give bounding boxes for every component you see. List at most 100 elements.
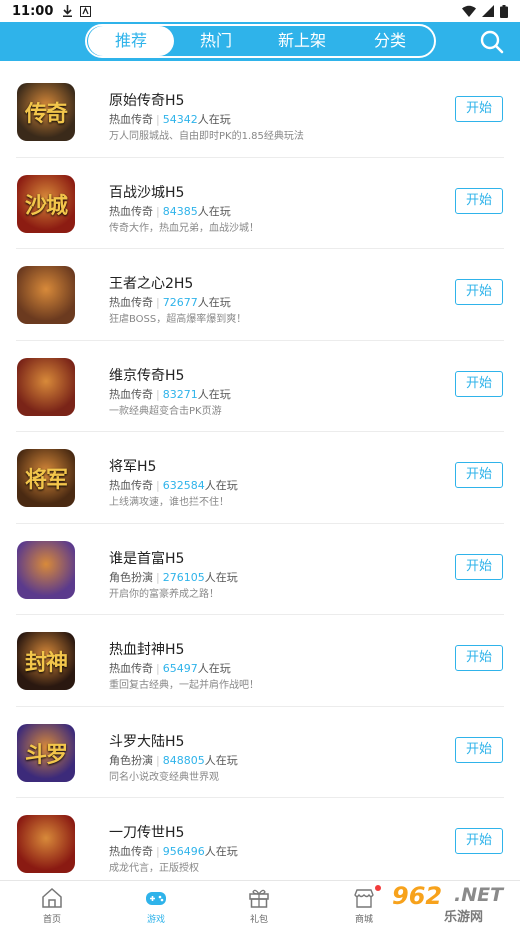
game-name: 原始传奇H5 <box>109 93 185 109</box>
watermark-sub: 乐游网 <box>444 910 484 925</box>
game-meta: 角色扮演 | 848805人在玩 <box>109 753 238 767</box>
category-tabs: 推荐 热门 新上架 分类 <box>85 24 436 58</box>
player-count: 848805 <box>162 753 205 767</box>
game-list-item[interactable]: 封神 热血封神H5 热血传奇 | 65497人在玩 重回复古经典，一起并肩作战吧！ … <box>0 615 520 707</box>
start-button[interactable]: 开始 <box>455 187 503 214</box>
player-count: 54342 <box>162 113 198 126</box>
store-icon <box>354 889 374 908</box>
nav-gifts-label: 礼包 <box>249 915 268 925</box>
game-name: 维京传奇H5 <box>109 367 185 384</box>
download-icon <box>63 5 73 17</box>
status-bar: 11:00 <box>0 0 520 22</box>
gamepad-icon <box>146 892 166 905</box>
game-icon[interactable]: 斗罗 <box>17 723 75 782</box>
game-list-item[interactable]: 维京传奇H5 热血传奇 | 83271人在玩 一款经典超变合击PK页游 开始 <box>0 341 520 432</box>
tab-new[interactable]: 新上架 <box>258 26 346 56</box>
start-button[interactable]: 开始 <box>455 736 503 763</box>
game-icon[interactable]: 封神 <box>17 632 75 690</box>
game-list-item[interactable]: 传奇 原始传奇H5 热血传奇 | 54342人在玩 万人同服城战、自由即时PK的1.… <box>0 66 520 158</box>
player-suffix: 人在玩 <box>197 296 231 309</box>
nav-store-label: 商城 <box>354 915 373 925</box>
game-category: 热血传奇 <box>109 662 153 675</box>
game-list-item[interactable]: 将军 将军H5 热血传奇 | 632584人在玩 上线满攻速，谁也拦不住！ 开始 <box>0 432 520 524</box>
notification-dot <box>375 885 381 891</box>
game-name: 斗罗大陆H5 <box>109 733 185 750</box>
player-suffix: 人在玩 <box>197 387 231 401</box>
game-list-item[interactable]: 谁是首富H5 角色扮演 | 276105人在玩 开启你的富豪养成之路！ 开始 <box>0 524 520 615</box>
game-description: 传奇大作，热血兄弟，血战沙城！ <box>109 222 259 234</box>
tab-hot[interactable]: 热门 <box>174 26 258 56</box>
player-count: 956496 <box>162 845 205 858</box>
game-icon[interactable] <box>17 540 75 599</box>
start-button[interactable]: 开始 <box>455 96 503 122</box>
player-suffix: 人在玩 <box>197 204 231 218</box>
game-icon-text <box>17 815 75 873</box>
start-button[interactable]: 开始 <box>455 645 503 671</box>
start-button[interactable]: 开始 <box>455 828 503 854</box>
nav-games[interactable]: 游戏 <box>126 881 186 926</box>
game-icon[interactable]: 沙城 <box>17 174 75 233</box>
game-meta: 热血传奇 | 956496人在玩 <box>109 845 238 858</box>
game-icon-text: 封神 <box>24 650 68 676</box>
nav-home-label: 首页 <box>42 915 61 925</box>
battery-icon <box>500 4 508 18</box>
game-icon-text <box>17 266 75 324</box>
game-list-item[interactable]: 斗罗 斗罗大陆H5 角色扮演 | 848805人在玩 同名小说改变经典世界观 开始 <box>0 707 520 798</box>
player-suffix: 人在玩 <box>197 113 231 126</box>
game-category: 热血传奇 <box>109 204 153 218</box>
game-list-item[interactable]: 沙城 百战沙城H5 热血传奇 | 84385人在玩 传奇大作，热血兄弟，血战沙城！ … <box>0 158 520 249</box>
wifi-icon <box>462 5 476 17</box>
nav-gifts[interactable]: 礼包 <box>229 881 289 926</box>
player-suffix: 人在玩 <box>197 662 231 675</box>
game-category: 热血传奇 <box>109 296 153 309</box>
player-count: 276105 <box>162 570 205 584</box>
game-icon-text: 传奇 <box>24 101 68 127</box>
site-watermark: 962 .NET 乐游网 <box>386 878 516 925</box>
game-category: 角色扮演 <box>109 753 153 767</box>
game-name: 将军H5 <box>109 459 157 475</box>
game-name: 王者之心2H5 <box>109 276 194 292</box>
watermark-net: .NET <box>454 884 504 906</box>
game-icon[interactable] <box>17 815 75 873</box>
tab-category[interactable]: 分类 <box>346 26 434 56</box>
start-button[interactable]: 开始 <box>455 370 503 397</box>
top-bar: 推荐 热门 新上架 分类 <box>0 22 520 61</box>
signal-icon <box>482 5 494 17</box>
game-meta: 热血传奇 | 54342人在玩 <box>109 113 231 126</box>
game-icon[interactable]: 传奇 <box>17 83 75 141</box>
player-count: 83271 <box>162 387 198 401</box>
game-icon[interactable] <box>17 266 75 324</box>
game-description: 开启你的富豪养成之路！ <box>109 588 219 600</box>
game-list-item[interactable]: 王者之心2H5 热血传奇 | 72677人在玩 狂虐BOSS，超高爆率爆到爽！ 开始 <box>0 249 520 341</box>
game-list-item[interactable]: 一刀传世H5 热血传奇 | 956496人在玩 成龙代言，正版授权 开始 <box>0 798 520 890</box>
tab-recommended[interactable]: 推荐 <box>88 26 174 56</box>
game-name: 谁是首富H5 <box>109 550 185 567</box>
game-meta: 热血传奇 | 83271人在玩 <box>109 387 231 401</box>
game-description: 万人同服城战、自由即时PK的1.85经典玩法 <box>109 131 304 142</box>
game-description: 重回复古经典，一起并肩作战吧！ <box>109 680 259 691</box>
game-icon-text: 沙城 <box>24 192 68 219</box>
nav-games-label: 游戏 <box>146 915 165 925</box>
player-suffix: 人在玩 <box>204 845 238 858</box>
game-description: 狂虐BOSS，超高爆率爆到爽！ <box>109 314 247 325</box>
start-button[interactable]: 开始 <box>455 553 503 580</box>
game-category: 热血传奇 <box>109 113 153 126</box>
home-icon <box>42 887 62 908</box>
game-meta: 角色扮演 | 276105人在玩 <box>109 570 238 584</box>
game-name: 热血封神H5 <box>109 642 185 658</box>
player-count: 84385 <box>162 204 198 218</box>
game-icon[interactable]: 将军 <box>17 449 75 507</box>
start-button[interactable]: 开始 <box>455 279 503 305</box>
player-count: 632584 <box>162 479 205 492</box>
game-meta: 热血传奇 | 72677人在玩 <box>109 296 231 309</box>
game-name: 百战沙城H5 <box>109 184 185 201</box>
status-time: 11:00 <box>12 3 54 19</box>
start-button[interactable]: 开始 <box>455 462 503 488</box>
game-name: 一刀传世H5 <box>109 825 185 841</box>
nav-store[interactable]: 商城 <box>334 881 394 926</box>
game-icon[interactable] <box>17 357 75 416</box>
nav-home[interactable]: 首页 <box>22 881 82 926</box>
game-category: 热血传奇 <box>109 845 153 858</box>
player-suffix: 人在玩 <box>204 753 238 767</box>
search-icon[interactable] <box>479 29 505 55</box>
